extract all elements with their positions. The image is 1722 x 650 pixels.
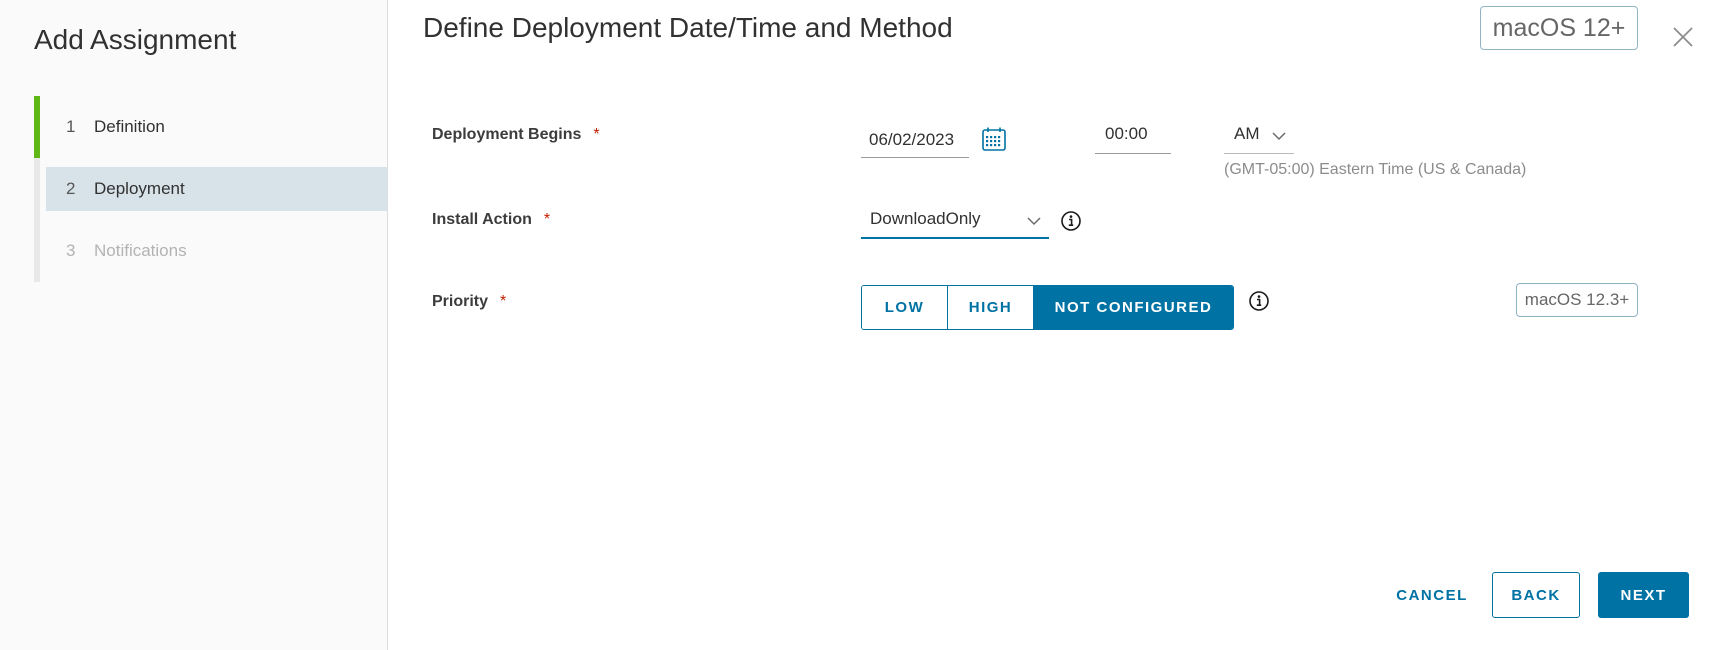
wizard-steps: 1 Definition 2 Deployment 3 Notification… [34,96,388,282]
close-icon [1673,27,1693,47]
priority-segmented-control: LOW HIGH NOT CONFIGURED [861,285,1234,330]
deployment-time-input[interactable]: 00:00 [1095,120,1171,154]
chevron-down-icon [1272,132,1286,141]
info-icon [1061,211,1081,231]
info-icon [1249,291,1269,311]
page-title: Define Deployment Date/Time and Method [423,12,953,43]
wizard-title: Add Assignment [34,24,237,55]
priority-low-button[interactable]: LOW [862,286,947,329]
required-marker: * [543,211,551,228]
calendar-icon [982,127,1006,151]
install-action-value: DownloadOnly [870,209,981,228]
step-number: 3 [66,241,76,260]
required-marker: * [500,293,507,310]
deployment-date-input[interactable]: 06/02/2023 [861,124,969,158]
priority-info-button[interactable] [1248,290,1270,312]
ampm-select[interactable]: AM [1224,120,1294,154]
install-action-info-button[interactable] [1060,210,1082,232]
step-deployment[interactable]: 2 Deployment [34,158,388,220]
step-label: Deployment [94,179,185,198]
required-marker: * [593,126,600,143]
chevron-down-icon [1027,217,1041,226]
close-button[interactable] [1670,24,1696,50]
step-label: Notifications [94,241,187,260]
step-number: 1 [66,117,76,136]
priority-label: Priority * [432,293,507,310]
deployment-begins-label: Deployment Begins * [432,126,600,143]
priority-not-configured-button[interactable]: NOT CONFIGURED [1033,286,1233,329]
priority-os-version-badge: macOS 12.3+ [1516,283,1638,317]
step-definition[interactable]: 1 Definition [34,96,388,158]
install-action-label: Install Action * [432,211,551,228]
step-number: 2 [66,179,76,198]
cancel-button[interactable]: CANCEL [1385,572,1479,618]
install-action-select[interactable]: DownloadOnly [861,206,1049,239]
step-label: Definition [94,117,165,136]
calendar-button[interactable] [981,126,1007,152]
os-version-badge: macOS 12+ [1480,6,1638,50]
priority-high-button[interactable]: HIGH [947,286,1033,329]
ampm-value: AM [1234,124,1260,143]
step-notifications[interactable]: 3 Notifications [34,220,388,282]
next-button[interactable]: NEXT [1598,572,1689,618]
wizard-sidebar: Add Assignment 1 Definition 2 Deployment… [0,0,388,650]
back-button[interactable]: BACK [1492,572,1580,618]
wizard-content: Define Deployment Date/Time and Method m… [389,0,1722,650]
timezone-text: (GMT-05:00) Eastern Time (US & Canada) [1224,161,1527,178]
